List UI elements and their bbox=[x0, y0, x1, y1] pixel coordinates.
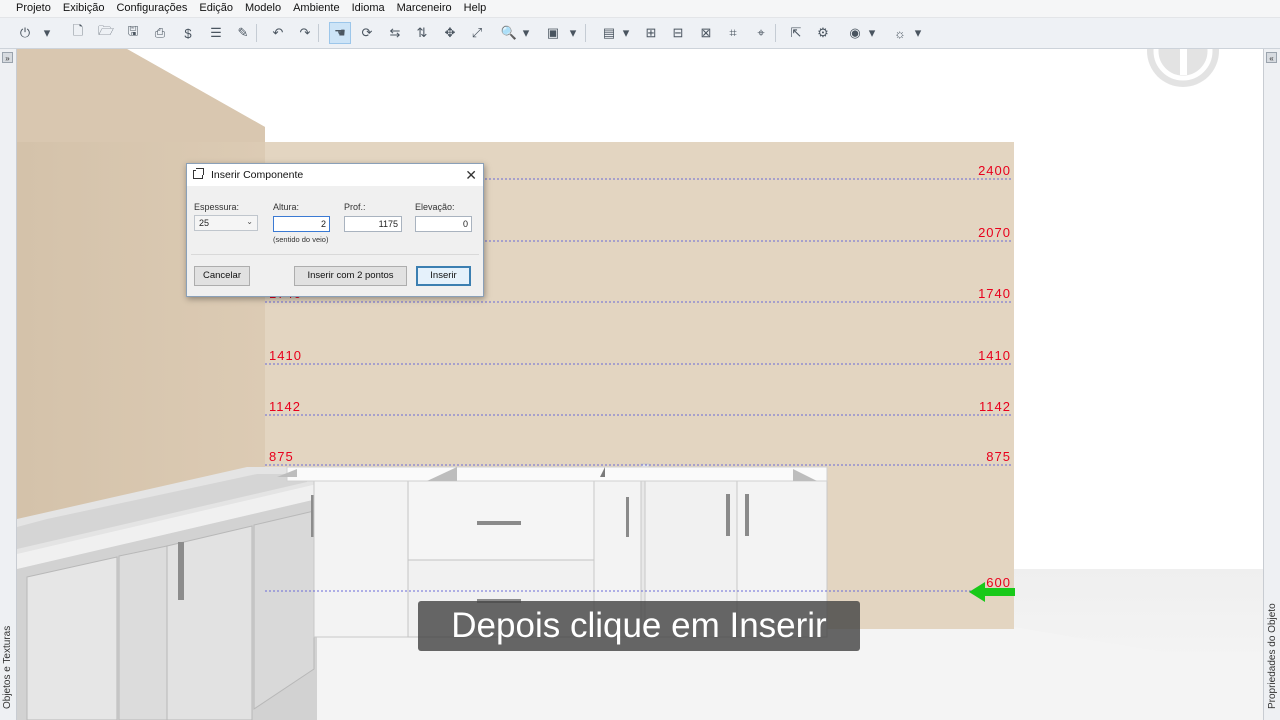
save-icon[interactable]: 🖫 bbox=[122, 22, 144, 44]
print-icon[interactable]: ⎙ bbox=[149, 22, 171, 44]
prof-label: Prof.: bbox=[344, 202, 366, 212]
expand-left-panel-button[interactable]: » bbox=[2, 52, 13, 63]
dropdown-arrow-icon[interactable]: ▾ bbox=[521, 22, 531, 44]
elevacao-label: Elevação: bbox=[415, 202, 455, 212]
espessura-select[interactable]: 25 ⌄ bbox=[194, 215, 258, 231]
view-cube-icon[interactable]: ▣ bbox=[542, 22, 564, 44]
rotate-vertical-icon[interactable]: ⇅ bbox=[411, 22, 433, 44]
toolbar-separator bbox=[256, 24, 257, 42]
toolbar-separator bbox=[318, 24, 319, 42]
elevation-label-left: 1410 bbox=[269, 348, 302, 363]
elevacao-input[interactable] bbox=[415, 216, 472, 232]
object-properties-tab[interactable]: Propriedades do Objeto bbox=[1267, 603, 1278, 709]
dialog-divider bbox=[191, 254, 479, 255]
handle bbox=[745, 494, 749, 536]
espessura-value: 25 bbox=[199, 218, 210, 228]
handle bbox=[726, 494, 730, 536]
menu-bar: Projeto Exibição Configurações Edição Modelo… bbox=[0, 0, 1280, 18]
orbit-icon[interactable]: ⟳ bbox=[356, 22, 378, 44]
cursor-icon[interactable]: ⇱ bbox=[785, 22, 807, 44]
elevation-label-left: 1142 bbox=[269, 399, 301, 414]
menu-idioma[interactable]: Idioma bbox=[346, 0, 391, 17]
undo-icon[interactable]: ↶ bbox=[267, 22, 289, 44]
menu-modelo[interactable]: Modelo bbox=[239, 0, 287, 17]
dialog-title: Inserir Componente bbox=[211, 169, 304, 181]
expand-right-panel-button[interactable]: « bbox=[1266, 52, 1277, 63]
insert-component-dialog: Inserir Componente ✕ Espessura: 25 ⌄ Alt… bbox=[186, 163, 484, 297]
new-file-icon[interactable]: 🗋 bbox=[67, 22, 89, 44]
menu-marceneiro[interactable]: Marceneiro bbox=[391, 0, 458, 17]
dialog-window-icon bbox=[193, 168, 204, 179]
handle bbox=[178, 542, 184, 600]
layers-icon[interactable]: ▤ bbox=[598, 22, 620, 44]
dropdown-arrow-icon[interactable]: ▾ bbox=[568, 22, 578, 44]
espessura-label: Espessura: bbox=[194, 202, 240, 212]
gear-icon[interactable]: ⚙ bbox=[812, 22, 834, 44]
hand-pan-icon[interactable]: ☚ bbox=[329, 22, 351, 44]
prof-input[interactable] bbox=[344, 216, 402, 232]
right-side-panel[interactable]: « Propriedades do Objeto bbox=[1263, 49, 1280, 720]
elevation-label-left: 875 bbox=[269, 449, 294, 464]
menu-configura-es[interactable]: Configurações bbox=[110, 0, 193, 17]
left-side-panel[interactable]: » Objetos e Texturas bbox=[0, 49, 17, 720]
close-icon[interactable]: ✕ bbox=[465, 167, 477, 184]
elevation-label-right: 1410 bbox=[978, 348, 1011, 363]
zoom-extents-icon[interactable]: ⤢ bbox=[466, 22, 488, 44]
dropdown-arrow-icon[interactable]: ▾ bbox=[867, 22, 877, 44]
elevation-label-right: 2070 bbox=[978, 225, 1011, 240]
menu-help[interactable]: Help bbox=[458, 0, 493, 17]
redo-icon[interactable]: ↷ bbox=[294, 22, 316, 44]
menu-exibi-o[interactable]: Exibição bbox=[57, 0, 111, 17]
menu-ambiente[interactable]: Ambiente bbox=[287, 0, 345, 17]
elevation-label-right: 875 bbox=[986, 449, 1011, 464]
dialog-body: Espessura: 25 ⌄ Altura: (sentido do veio… bbox=[187, 186, 483, 296]
insert-two-points-button[interactable]: Inserir com 2 pontos bbox=[294, 266, 407, 286]
menu-edi-o[interactable]: Edição bbox=[193, 0, 239, 17]
zoom-icon[interactable]: 🔍 bbox=[498, 22, 520, 44]
rotate-horizontal-icon[interactable]: ⇆ bbox=[384, 22, 406, 44]
video-caption: Depois clique em Inserir bbox=[418, 601, 860, 651]
elevation-label-right: 1142 bbox=[979, 399, 1011, 414]
cut-icon[interactable]: ⌗ bbox=[722, 22, 744, 44]
chevron-down-icon: ⌄ bbox=[246, 217, 253, 226]
altura-hint: (sentido do veio) bbox=[273, 235, 329, 244]
pencil-icon[interactable]: ✎ bbox=[232, 22, 254, 44]
altura-label: Altura: bbox=[273, 202, 300, 212]
select-icon[interactable]: ⌖ bbox=[750, 22, 772, 44]
align-icon[interactable]: ⊠ bbox=[695, 22, 717, 44]
insert-button[interactable]: Inserir bbox=[416, 266, 471, 286]
lamp-icon[interactable]: ☼ bbox=[889, 22, 911, 44]
objects-textures-tab[interactable]: Objetos e Texturas bbox=[2, 626, 13, 709]
move-icon[interactable]: ✥ bbox=[439, 22, 461, 44]
report-icon[interactable]: ☰ bbox=[205, 22, 227, 44]
toolbar-separator bbox=[775, 24, 776, 42]
watermark-logo bbox=[1147, 49, 1219, 87]
altura-input[interactable] bbox=[273, 216, 330, 232]
open-file-icon[interactable]: 🗁 bbox=[95, 22, 117, 44]
measure-icon[interactable]: ⊞ bbox=[640, 22, 662, 44]
app-logo-icon[interactable]: ⏻ bbox=[14, 22, 36, 44]
handle bbox=[477, 521, 521, 525]
main-toolbar: ⏻ ▾ 🗋 🗁 🖫 ⎙ $ ☰ ✎ ↶ ↷ ☚ ⟳ ⇆ ⇅ ✥ ⤢ 🔍 ▾ ▣ ▾ ▤ ▾ ⊞ ⊟ ⊠ ⌗ ⌖ ⇱ ⚙ ◉ ▾ ☼ ▾ bbox=[0, 18, 1280, 49]
elevation-label-right: 1740 bbox=[978, 286, 1011, 301]
dropdown-arrow-icon[interactable]: ▾ bbox=[621, 22, 631, 44]
dimension-icon[interactable]: ⊟ bbox=[667, 22, 689, 44]
camera-icon[interactable]: ◉ bbox=[844, 22, 866, 44]
dropdown-arrow-icon[interactable]: ▾ bbox=[42, 22, 52, 44]
elevation-label-right: 2400 bbox=[978, 163, 1011, 178]
toolbar-separator bbox=[585, 24, 586, 42]
base-cabinet bbox=[313, 480, 409, 638]
cancel-button[interactable]: Cancelar bbox=[194, 266, 250, 286]
handle bbox=[626, 497, 629, 537]
dialog-titlebar[interactable]: Inserir Componente ✕ bbox=[187, 164, 483, 186]
elevation-label-right: 600 bbox=[986, 575, 1011, 590]
dropdown-arrow-icon[interactable]: ▾ bbox=[913, 22, 923, 44]
menu-projeto[interactable]: Projeto bbox=[0, 0, 57, 17]
budget-dollar-icon[interactable]: $ bbox=[177, 22, 199, 44]
